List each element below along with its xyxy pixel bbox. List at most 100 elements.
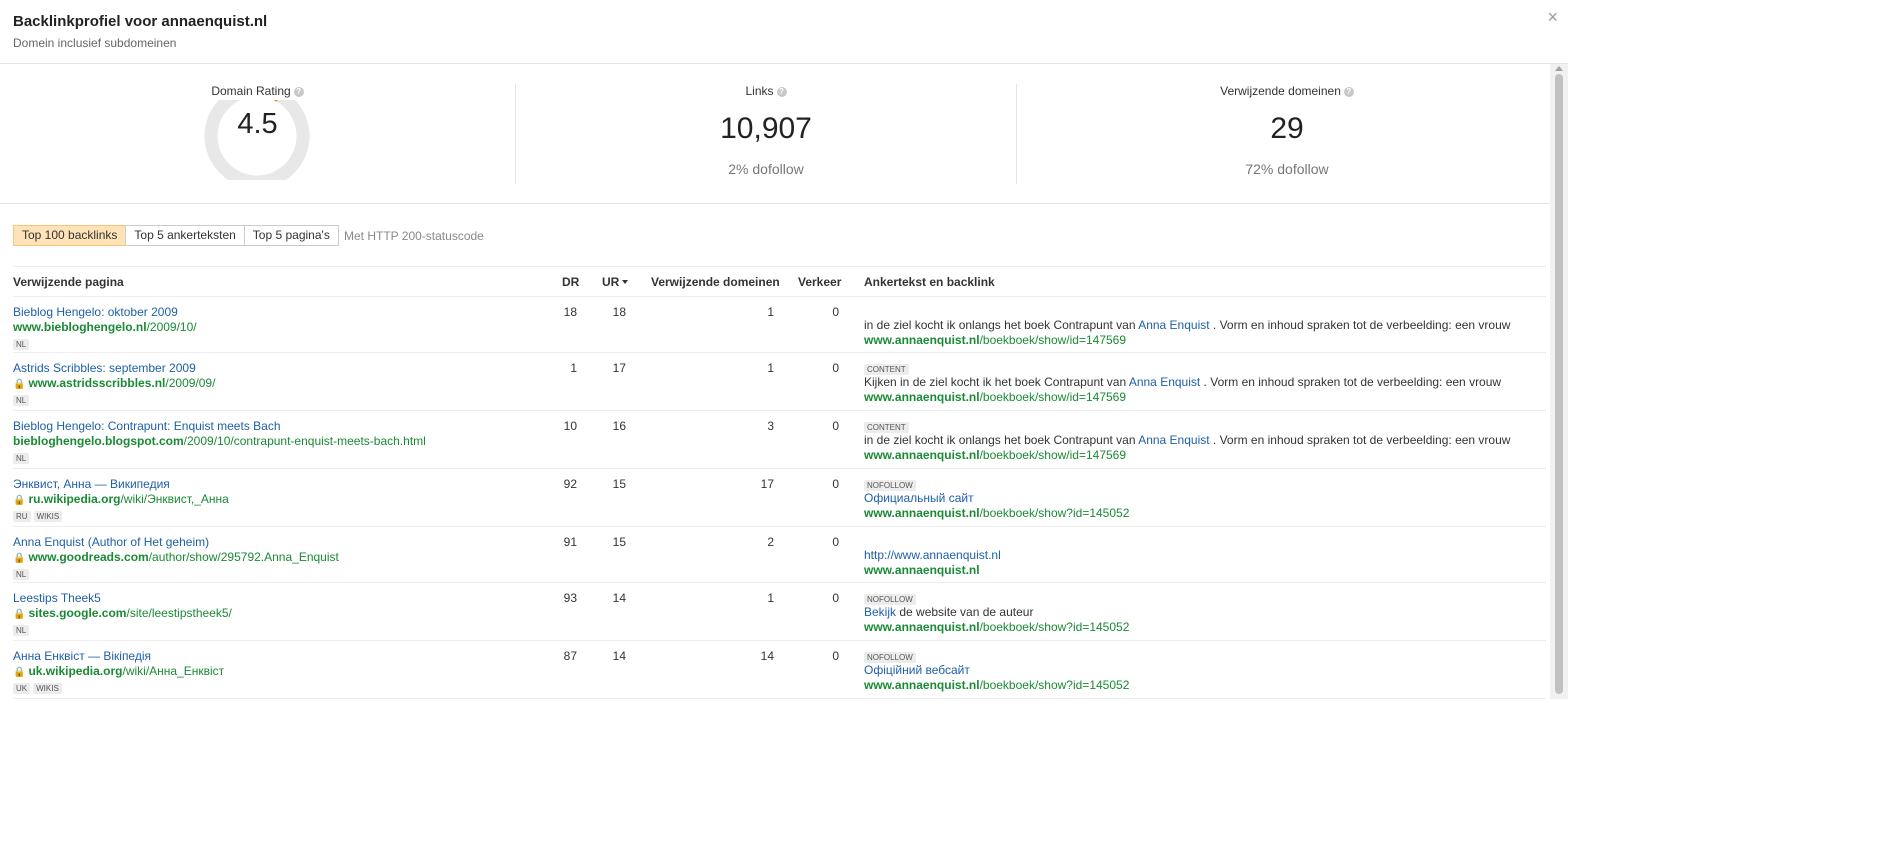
referring-page-cell: Bieblog Hengelo: Contrapunt: Enquist mee… — [13, 419, 426, 464]
table-row: Bieblog Hengelo: Contrapunt: Enquist mee… — [13, 411, 1546, 469]
col-referring-page[interactable]: Verwijzende pagina — [13, 275, 124, 289]
ur-value: 14 — [612, 591, 626, 605]
referring-page-title[interactable]: Энквист, Анна — Википедия — [13, 477, 229, 491]
referring-page-url[interactable]: 🔒 sites.google.com/site/leestipstheek5/ — [13, 606, 232, 620]
table-body: Bieblog Hengelo: oktober 2009 www.bieblog… — [13, 297, 1546, 699]
scroll-up-icon[interactable] — [1555, 66, 1563, 71]
dr-value: 10 — [563, 419, 577, 433]
dr-value: 87 — [563, 649, 577, 663]
backlink-target-url[interactable]: www.annaenquist.nl/boekboek/show?id=1450… — [864, 678, 1129, 692]
table-header: Verwijzende pagina DR UR Verwijzende dom… — [13, 266, 1546, 297]
traffic-value: 0 — [832, 419, 839, 433]
referring-page-title[interactable]: Anna Enquist (Author of Het geheim) — [13, 535, 339, 549]
help-icon[interactable]: ? — [1343, 87, 1354, 97]
referring-domains-value[interactable]: 14 — [713, 649, 774, 663]
close-icon[interactable]: × — [1547, 8, 1558, 26]
col-ur[interactable]: UR — [602, 275, 629, 289]
backlink-target-url[interactable]: www.annaenquist.nl/boekboek/show/id=1475… — [864, 448, 1510, 462]
anchor-text: Kijken in de ziel kocht ik het boek Cont… — [864, 375, 1502, 389]
anchor-backlink-cell: NOFOLLOW Bekijk de website van de auteur w… — [864, 591, 1129, 634]
backlink-target-url[interactable]: www.annaenquist.nl/boekboek/show?id=1450… — [864, 620, 1129, 634]
referring-page-url[interactable]: 🔒 www.goodreads.com/author/show/295792.An… — [13, 550, 339, 564]
help-icon[interactable]: ? — [293, 87, 304, 97]
ur-value: 15 — [612, 535, 626, 549]
tab-top-5-pages[interactable]: Top 5 pagina's — [243, 225, 339, 246]
referring-page-cell: Anna Enquist (Author of Het geheim) 🔒 www.… — [13, 535, 339, 580]
anchor-link[interactable]: Anna Enquist — [1129, 375, 1200, 389]
traffic-value: 0 — [832, 305, 839, 319]
backlink-target-url[interactable]: www.annaenquist.nl/boekboek/show/id=1475… — [864, 390, 1501, 404]
domain-rating-stat: Domain Rating? 4.5 — [150, 64, 365, 204]
page-tags: UK WIKIS — [13, 680, 224, 694]
stats-panel: Domain Rating? 4.5 Links? 10,907 2% dofo… — [0, 64, 1550, 204]
ref-domains-value: 29 — [1270, 112, 1304, 145]
link-type-tag: CONTENT — [864, 422, 909, 433]
modal-header: Backlinkprofiel voor annaenquist.nl Dome… — [0, 0, 1568, 64]
referring-page-title[interactable]: Анна Енквіст — Вікіпедія — [13, 649, 224, 663]
col-traffic[interactable]: Verkeer — [798, 275, 841, 289]
dr-value: 91 — [563, 535, 577, 549]
referring-page-cell: Энквист, Анна — Википедия 🔒 ru.wikipedia.o… — [13, 477, 229, 522]
referring-page-title[interactable]: Leestips Theek5 — [13, 591, 232, 605]
language-tag: WIKIS — [33, 683, 62, 694]
referring-page-title[interactable]: Astrids Scribbles: september 2009 — [13, 361, 215, 375]
page-tags: RU WIKIS — [13, 508, 229, 522]
referring-domains-value[interactable]: 2 — [713, 535, 774, 549]
col-dr[interactable]: DR — [562, 275, 579, 289]
dr-value: 93 — [563, 591, 577, 605]
referring-domains-value[interactable]: 3 — [713, 419, 774, 433]
anchor-text: Bekijk de website van de auteur — [864, 605, 1034, 619]
col-referring-domains[interactable]: Verwijzende domeinen — [651, 275, 780, 289]
referring-page-url[interactable]: 🔒 ru.wikipedia.org/wiki/Энквист,_Анна — [13, 492, 229, 506]
links-stat: Links? 10,907 2% dofollow — [516, 64, 1016, 204]
referring-page-url[interactable]: 🔒 uk.wikipedia.org/wiki/Анна_Енквіст — [13, 664, 224, 678]
anchor-link[interactable]: Официальный сайт — [864, 491, 974, 505]
anchor-link[interactable]: Bekijk — [864, 605, 896, 619]
traffic-value: 0 — [832, 361, 839, 375]
traffic-value: 0 — [832, 649, 839, 663]
language-tag: NL — [13, 569, 30, 580]
modal-title: Backlinkprofiel voor annaenquist.nl — [13, 13, 268, 30]
referring-page-title[interactable]: Bieblog Hengelo: Contrapunt: Enquist mee… — [13, 419, 426, 433]
lock-icon: 🔒 — [13, 667, 26, 678]
referring-domains-value[interactable]: 1 — [713, 591, 774, 605]
links-dofollow: 2% dofollow — [728, 161, 804, 177]
anchor-link[interactable]: http://www.annaenquist.nl — [864, 548, 1001, 562]
referring-page-url[interactable]: biebloghengelo.blogspot.com/2009/10/cont… — [13, 434, 426, 448]
page-tags: NL — [13, 336, 197, 350]
referring-page-url[interactable]: 🔒 www.astridsscribbles.nl/2009/09/ — [13, 376, 215, 390]
tab-top-5-anchors[interactable]: Top 5 ankerteksten — [125, 225, 245, 246]
traffic-value: 0 — [832, 591, 839, 605]
help-icon[interactable]: ? — [776, 87, 787, 97]
lock-icon: 🔒 — [13, 495, 26, 506]
lock-icon: 🔒 — [13, 553, 26, 564]
anchor-text: Официальный сайт — [864, 491, 1129, 505]
referring-page-url[interactable]: www.biebloghengelo.nl/2009/10/ — [13, 320, 197, 334]
tab-top-100-backlinks[interactable]: Top 100 backlinks — [13, 225, 127, 246]
backlink-target-url[interactable]: www.annaenquist.nl — [864, 563, 1001, 577]
ref-domains-label: Verwijzende domeinen — [1220, 84, 1341, 98]
referring-page-cell: Astrids Scribbles: september 2009 🔒 www.as… — [13, 361, 215, 406]
scrollbar[interactable] — [1550, 64, 1568, 699]
anchor-link[interactable]: Anna Enquist — [1138, 318, 1209, 332]
anchor-link[interactable]: Офіційний вебсайт — [864, 663, 970, 677]
anchor-backlink-cell: NOFOLLOW Официальный сайт www.annaenquist.… — [864, 477, 1129, 520]
table-row: Bieblog Hengelo: oktober 2009 www.bieblog… — [13, 297, 1546, 353]
col-anchor-backlink: Ankertekst en backlink — [864, 275, 995, 289]
referring-domains-value[interactable]: 1 — [713, 305, 774, 319]
anchor-backlink-cell: in de ziel kocht ik onlangs het boek Con… — [864, 305, 1510, 347]
links-value: 10,907 — [720, 112, 812, 145]
backlink-target-url[interactable]: www.annaenquist.nl/boekboek/show/id=1475… — [864, 333, 1510, 347]
domain-rating-label: Domain Rating — [211, 84, 291, 98]
table-row: Astrids Scribbles: september 2009 🔒 www.as… — [13, 353, 1546, 411]
traffic-value: 0 — [832, 477, 839, 491]
referring-page-title[interactable]: Bieblog Hengelo: oktober 2009 — [13, 305, 197, 319]
backlink-target-url[interactable]: www.annaenquist.nl/boekboek/show?id=1450… — [864, 506, 1129, 520]
link-type-tag: NOFOLLOW — [864, 594, 916, 605]
scrollbar-thumb[interactable] — [1555, 74, 1563, 694]
anchor-link[interactable]: Anna Enquist — [1138, 433, 1209, 447]
referring-domains-value[interactable]: 1 — [713, 361, 774, 375]
language-tag: NL — [13, 395, 30, 406]
referring-domains-value[interactable]: 17 — [713, 477, 774, 491]
dr-value: 1 — [570, 361, 577, 375]
